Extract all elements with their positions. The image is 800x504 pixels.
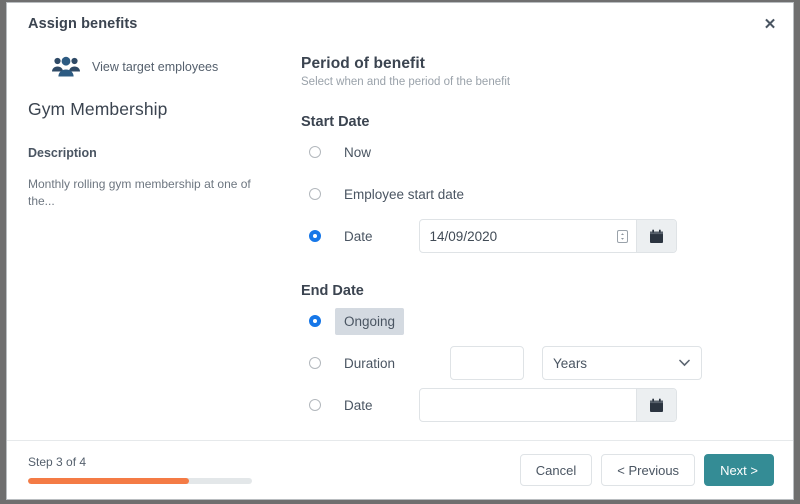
end-date-input-group xyxy=(418,388,677,422)
page-title: Period of benefit xyxy=(301,55,425,72)
radio-start-date[interactable] xyxy=(309,230,321,242)
radio-start-employee-start-date-label: Employee start date xyxy=(344,186,465,202)
end-date-input[interactable] xyxy=(419,389,636,421)
end-date-option-ongoing[interactable]: Ongoing xyxy=(301,301,793,341)
start-date-input-group xyxy=(418,219,677,253)
close-icon[interactable]: ✕ xyxy=(759,13,781,35)
radio-end-duration-label: Duration xyxy=(344,355,396,371)
previous-button[interactable]: < Previous xyxy=(601,454,696,486)
radio-end-date-label: Date xyxy=(344,397,373,413)
duration-unit-wrapper: Years xyxy=(542,346,703,380)
dialog-title: Assign benefits xyxy=(28,16,138,32)
radio-end-ongoing[interactable] xyxy=(309,315,321,327)
step-indicator: Step 3 of 4 xyxy=(28,455,87,469)
assign-benefits-dialog: Assign benefits ✕ View target employees xyxy=(6,2,794,500)
end-date-group-label: End Date xyxy=(301,283,364,299)
start-date-option-date[interactable]: Date xyxy=(301,216,793,256)
end-date-option-duration[interactable]: Duration Years xyxy=(301,343,793,383)
radio-start-date-label: Date xyxy=(344,228,373,244)
start-date-input[interactable] xyxy=(419,220,610,252)
description-text: Monthly rolling gym membership at one of… xyxy=(28,177,251,208)
people-group-icon xyxy=(52,56,80,77)
radio-start-now-label: Now xyxy=(344,144,372,160)
spinner-icon[interactable] xyxy=(610,220,636,252)
dialog-footer: Step 3 of 4 Cancel < Previous Next > xyxy=(7,440,793,499)
duration-amount-input[interactable] xyxy=(450,346,525,380)
start-date-option-employee-start-date[interactable]: Employee start date xyxy=(301,174,793,214)
end-date-calendar-button[interactable] xyxy=(635,389,676,421)
progress-bar-track xyxy=(28,478,252,484)
next-button[interactable]: Next > xyxy=(704,454,774,486)
duration-unit-select[interactable]: Years xyxy=(542,346,703,380)
description-label: Description xyxy=(28,146,97,160)
cancel-button[interactable]: Cancel xyxy=(519,454,593,486)
footer-button-row: Cancel < Previous Next > xyxy=(519,454,774,486)
page-subtitle: Select when and the period of the benefi… xyxy=(301,76,511,88)
view-target-employees-button[interactable]: View target employees xyxy=(51,55,218,79)
start-date-group-label: Start Date xyxy=(301,114,370,130)
start-date-option-now[interactable]: Now xyxy=(301,132,793,172)
start-date-calendar-button[interactable] xyxy=(635,220,676,252)
benefit-name: Gym Membership xyxy=(28,99,168,119)
benefit-summary-pane: View target employees Gym Membership Des… xyxy=(7,43,295,440)
view-target-employees-label: View target employees xyxy=(92,60,219,74)
radio-end-duration[interactable] xyxy=(309,357,321,369)
radio-start-employee-start-date[interactable] xyxy=(309,188,321,200)
radio-end-date[interactable] xyxy=(309,399,321,411)
dialog-body: View target employees Gym Membership Des… xyxy=(7,43,793,440)
radio-start-now[interactable] xyxy=(309,146,321,158)
radio-end-ongoing-label: Ongoing xyxy=(335,307,405,335)
progress-bar-fill xyxy=(28,478,190,484)
dialog-header: Assign benefits ✕ xyxy=(7,3,793,43)
end-date-option-date[interactable]: Date xyxy=(301,385,793,425)
screen-root: Assign benefits ✕ View target employees xyxy=(0,0,800,504)
period-of-benefit-pane: Period of benefit Select when and the pe… xyxy=(295,43,793,440)
